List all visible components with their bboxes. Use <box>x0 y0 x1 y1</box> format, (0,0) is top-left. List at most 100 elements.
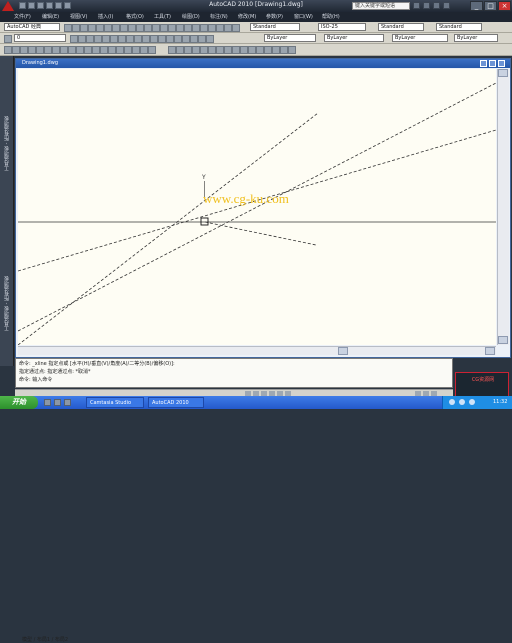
menu-help[interactable]: 帮助(H) <box>322 13 340 21</box>
tool-button-icon[interactable] <box>104 24 112 32</box>
search-icon[interactable] <box>413 2 420 9</box>
workspace-select[interactable]: AutoCAD 经典 <box>4 23 60 31</box>
tool-button-icon[interactable] <box>134 35 142 43</box>
tool-palette-strip[interactable]: 工具选项板 - 所有选项板 工具选项板 - 所有选项板 <box>0 56 14 366</box>
tool-button-icon[interactable] <box>118 35 126 43</box>
layer-manager-icon[interactable] <box>4 35 12 43</box>
menu-insert[interactable]: 插入(I) <box>98 13 113 21</box>
tool-button-icon[interactable] <box>216 24 224 32</box>
menu-file[interactable]: 文件(F) <box>14 13 31 21</box>
fillet-icon[interactable] <box>280 46 288 54</box>
tray-icon[interactable] <box>449 399 455 405</box>
minimize-button[interactable]: _ <box>470 1 483 11</box>
plot-style-select[interactable]: ByLayer <box>454 34 498 42</box>
tool-button-icon[interactable] <box>88 24 96 32</box>
tray-icon[interactable] <box>469 399 475 405</box>
tool-button-icon[interactable] <box>224 24 232 32</box>
join-icon[interactable] <box>264 46 272 54</box>
array-icon[interactable] <box>200 46 208 54</box>
spline-icon[interactable] <box>68 46 76 54</box>
favorites-icon[interactable] <box>433 2 440 9</box>
mirror-icon[interactable] <box>184 46 192 54</box>
tool-button-icon[interactable] <box>160 24 168 32</box>
tool-button-icon[interactable] <box>78 35 86 43</box>
ellipse-arc-icon[interactable] <box>84 46 92 54</box>
quick-launch-icon[interactable] <box>44 399 51 406</box>
multileader-style-select[interactable]: Standard <box>436 23 482 31</box>
tool-button-icon[interactable] <box>174 35 182 43</box>
taskbar-item[interactable]: Camtasia Studio <box>86 397 144 408</box>
communication-center-icon[interactable] <box>423 2 430 9</box>
hatch-icon[interactable] <box>116 46 124 54</box>
circle-icon[interactable] <box>52 46 60 54</box>
region-icon[interactable] <box>132 46 140 54</box>
model-space-canvas[interactable]: Y www.cg-ku.com <box>18 69 496 345</box>
linetype-select[interactable]: ByLayer <box>324 34 384 42</box>
menu-parametric[interactable]: 参数(P) <box>266 13 283 21</box>
insert-block-icon[interactable] <box>92 46 100 54</box>
tool-button-icon[interactable] <box>232 24 240 32</box>
tool-button-icon[interactable] <box>182 35 190 43</box>
rectangle-icon[interactable] <box>36 46 44 54</box>
tool-button-icon[interactable] <box>70 35 78 43</box>
menu-modify[interactable]: 修改(M) <box>238 13 256 21</box>
tool-button-icon[interactable] <box>206 35 214 43</box>
tool-button-icon[interactable] <box>110 35 118 43</box>
make-block-icon[interactable] <box>100 46 108 54</box>
tool-button-icon[interactable] <box>120 24 128 32</box>
erase-icon[interactable] <box>168 46 176 54</box>
tool-button-icon[interactable] <box>158 35 166 43</box>
tool-button-icon[interactable] <box>64 24 72 32</box>
tool-button-icon[interactable] <box>142 35 150 43</box>
chamfer-icon[interactable] <box>272 46 280 54</box>
scroll-left-icon[interactable] <box>338 347 348 355</box>
scroll-down-icon[interactable] <box>498 336 508 344</box>
menu-dimension[interactable]: 标注(N) <box>210 13 228 21</box>
drawing-close-button[interactable] <box>498 60 505 67</box>
tool-button-icon[interactable] <box>112 24 120 32</box>
tool-button-icon[interactable] <box>96 24 104 32</box>
tool-button-icon[interactable] <box>80 24 88 32</box>
explode-icon[interactable] <box>288 46 296 54</box>
search-input[interactable]: 键入关键字或短语 <box>352 2 410 10</box>
layout-tabs[interactable]: 模型 / 布局1 / 布局2 <box>22 636 68 643</box>
table-icon[interactable] <box>140 46 148 54</box>
horizontal-scrollbar[interactable]: 模型 / 布局1 / 布局2 <box>18 346 496 643</box>
break-icon[interactable] <box>256 46 264 54</box>
drawing-minimize-button[interactable] <box>480 60 487 67</box>
tool-button-icon[interactable] <box>144 24 152 32</box>
tool-button-icon[interactable] <box>184 24 192 32</box>
tool-button-icon[interactable] <box>208 24 216 32</box>
move-icon[interactable] <box>208 46 216 54</box>
ellipse-icon[interactable] <box>76 46 84 54</box>
tool-button-icon[interactable] <box>200 24 208 32</box>
start-button[interactable]: 开始 <box>0 396 38 409</box>
tool-button-icon[interactable] <box>126 35 134 43</box>
tool-button-icon[interactable] <box>168 24 176 32</box>
quick-launch-icon[interactable] <box>54 399 61 406</box>
command-line[interactable]: 命令: _xline 指定点或 [水平(H)/垂直(V)/角度(A)/二等分(B… <box>15 358 453 388</box>
rotate-icon[interactable] <box>216 46 224 54</box>
menu-window[interactable]: 窗口(W) <box>294 13 313 21</box>
menu-view[interactable]: 视图(V) <box>70 13 87 21</box>
mtext-icon[interactable] <box>148 46 156 54</box>
tray-icon[interactable] <box>459 399 465 405</box>
tool-button-icon[interactable] <box>94 35 102 43</box>
tool-button-icon[interactable] <box>86 35 94 43</box>
tool-button-icon[interactable] <box>128 24 136 32</box>
tool-button-icon[interactable] <box>152 24 160 32</box>
tool-button-icon[interactable] <box>198 35 206 43</box>
gradient-icon[interactable] <box>124 46 132 54</box>
tool-button-icon[interactable] <box>72 24 80 32</box>
help-icon[interactable] <box>443 2 450 9</box>
stretch-icon[interactable] <box>232 46 240 54</box>
quick-launch-icon[interactable] <box>64 399 71 406</box>
polygon-icon[interactable] <box>28 46 36 54</box>
construction-line-icon[interactable] <box>12 46 20 54</box>
drawing-restore-button[interactable] <box>489 60 496 67</box>
taskbar-item[interactable]: AutoCAD 2010 <box>148 397 204 408</box>
menu-draw[interactable]: 绘图(D) <box>182 13 200 21</box>
maximize-button[interactable]: □ <box>484 1 497 11</box>
arc-icon[interactable] <box>44 46 52 54</box>
offset-icon[interactable] <box>192 46 200 54</box>
